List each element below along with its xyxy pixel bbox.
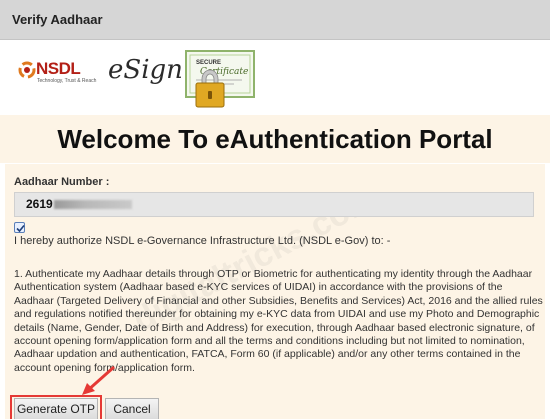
terms-line: Aadhaar (Targeted Delivery of Financial … [14,294,543,307]
aadhaar-number-input[interactable]: 2619 [14,192,534,217]
terms-line: 1. Authenticate my Aadhaar details throu… [14,268,533,280]
red-arrow-icon [82,365,115,395]
nsdl-swirl-icon [18,61,36,79]
nsdl-logo: NSDL Technology, Trust & Reach [18,59,96,89]
terms-line: Authentication system (Aadhaar based e-K… [14,281,503,294]
cancel-button[interactable]: Cancel [105,398,159,419]
welcome-heading: Welcome To eAuthentication Portal [57,124,493,154]
terms-line: Aadhaar updation and authentication, FAT… [14,348,521,361]
certificate-top-text: SECURE [196,60,221,66]
window-title: Verify Aadhaar [12,12,103,27]
secure-certificate-logo: SECURE Certificate [184,49,264,109]
checkmark-icon [16,224,25,233]
terms-line: and regulations notified thereunder for … [14,308,540,321]
certificate-lock-icon: SECURE Certificate [185,50,255,108]
terms-paragraph: 1. Authenticate my Aadhaar details throu… [14,268,543,375]
nsdl-tagline: Technology, Trust & Reach [37,78,97,84]
aadhaar-number-label: Aadhaar Number : [14,176,110,188]
consent-text: I hereby authorize NSDL e-Governance Inf… [14,235,391,247]
terms-line: account opening form/application form an… [14,335,525,348]
title-bar: Verify Aadhaar [0,0,550,40]
esign-logo: eSign [108,55,183,85]
nsdl-logo-text: NSDL [36,59,81,78]
logo-strip: NSDL Technology, Trust & Reach eSign SEC… [0,41,550,115]
consent-checkbox[interactable] [14,222,25,233]
aadhaar-number-value: 2619 [26,197,53,212]
generate-otp-button[interactable]: Generate OTP [14,398,98,419]
terms-line: details (Name, Gender, Date of Birth and… [14,321,535,334]
aadhaar-redaction [53,200,132,210]
